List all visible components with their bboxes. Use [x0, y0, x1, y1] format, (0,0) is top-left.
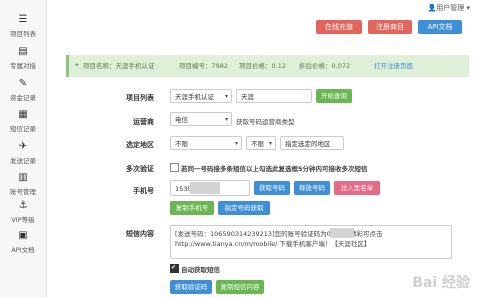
city-select-value: 不限 [251, 140, 264, 148]
sidebar-item-exclusive[interactable]: ▤ 专属对接 [0, 46, 46, 82]
watermark: Bai 经验 [412, 275, 470, 291]
project-price: 项目价格：0.12 [239, 62, 286, 70]
project-name: 项目名称：天涯手机认证 [83, 62, 155, 70]
copy-phone-button[interactable]: 复制手机号 [170, 201, 214, 215]
project-info-bar: ❝ 项目名称：天涯手机认证 项目编号：7982 项目价格：0.12 折后价格：0… [66, 55, 469, 77]
sidebar-item-label: 专属对接 [10, 62, 36, 70]
sms-label: 短信内容 [126, 230, 154, 238]
release-number-button[interactable]: 释放号码 [294, 181, 330, 195]
chevron-down-icon: ▾ [224, 116, 228, 123]
user-menu[interactable]: 👤用户管理 ▾ [428, 3, 470, 13]
project-search-input[interactable]: 天涯 [236, 89, 312, 103]
quote-icon: ❝ [75, 62, 79, 70]
get-code-button[interactable]: 获取验证码 [170, 280, 212, 294]
table-icon: ▤ [18, 46, 28, 57]
operator-select[interactable]: 电信 ▾ [170, 112, 232, 126]
sidebar-item-label: 短信记录 [10, 125, 36, 133]
discount-price: 折后价格：0.072 [299, 62, 351, 70]
specify-number-button[interactable]: 指定号码获取 [218, 201, 270, 215]
blacklist-button[interactable]: 拉入黑名单 [334, 181, 380, 195]
specify-region-button[interactable]: 指定选定的地区 [280, 136, 344, 150]
auto-fetch-label: 自动获取短信 [181, 266, 220, 274]
api-doc-button[interactable]: API文档 [418, 20, 462, 34]
send-icon: ✈ [18, 141, 28, 152]
project-number: 项目编号：7982 [179, 62, 229, 70]
region-label: 选定地区 [126, 141, 154, 149]
sidebar: ☰ 项目列表 ▤ 专属对接 ✎ 资金记录 ▦ 短信记录 ✈ 发送记录 ▥ 账号管… [0, 0, 47, 298]
auto-fetch-checkbox[interactable] [170, 264, 179, 273]
register-page-link[interactable]: 打开注册页面 [374, 55, 413, 77]
redacted-area [190, 182, 220, 194]
sidebar-item-label: API文档 [11, 246, 35, 254]
sidebar-item-sms-records[interactable]: ▦ 短信记录 [0, 109, 46, 145]
list-icon: ☰ [18, 14, 28, 25]
user-menu-label: 用户管理 [436, 4, 465, 12]
sidebar-item-label: 资金记录 [10, 94, 36, 102]
sidebar-item-label: 账号管理 [10, 188, 36, 196]
sidebar-item-label: 发送记录 [10, 157, 36, 165]
grid-icon: ▦ [18, 109, 28, 120]
project-select[interactable]: 天涯手机认证 ▾ [170, 89, 232, 103]
sidebar-item-label: VIP等级 [11, 216, 35, 224]
copy-sms-button[interactable]: 复制短信内容 [216, 280, 264, 294]
redacted-area [330, 228, 354, 238]
user-icon: 👤 [427, 4, 437, 12]
multi-verify-checkbox[interactable] [170, 163, 179, 172]
pencil-icon: ✎ [18, 78, 28, 89]
operator-hint: 获取号码运营商类型 [236, 118, 295, 126]
sms-content[interactable]: [发送号码：106590314239213]您的账号验证码为06 更多精彩可点击… [170, 225, 452, 259]
recharge-button[interactable]: 在线充值 [316, 20, 362, 34]
phone-label: 手机号 [133, 187, 154, 195]
city-select[interactable]: 不限 ▾ [246, 136, 276, 150]
doc-icon: ▣ [18, 230, 28, 241]
get-number-button[interactable]: 获取号码 [254, 181, 290, 195]
chevron-down-icon: ▾ [224, 93, 228, 100]
operator-select-value: 电信 [175, 116, 188, 124]
start-query-button[interactable]: 开始查询 [316, 89, 352, 103]
chevron-down-icon: ▾ [268, 140, 272, 147]
project-select-value: 天涯手机认证 [175, 93, 214, 101]
sidebar-item-api[interactable]: ▣ API文档 [0, 230, 46, 266]
sidebar-item-project-list[interactable]: ☰ 项目列表 [0, 14, 46, 50]
anchor-icon: ⚓ [18, 200, 28, 211]
operator-label: 运营商 [133, 118, 154, 126]
multi-verify-label: 多次验证 [126, 165, 154, 173]
register-merchant-button[interactable]: 注册商目 [368, 20, 412, 34]
chevron-down-icon: ▾ [234, 140, 238, 147]
province-select-value: 不限 [175, 140, 188, 148]
sidebar-item-label: 项目列表 [10, 30, 36, 38]
project-list-label: 项目列表 [126, 94, 154, 102]
province-select[interactable]: 不限 ▾ [170, 136, 242, 150]
multi-verify-text: 若同一号码接多条短信以上勾选此复选框5分钟内可接收多次短信 [181, 165, 368, 173]
chart-icon: ▥ [18, 172, 28, 183]
